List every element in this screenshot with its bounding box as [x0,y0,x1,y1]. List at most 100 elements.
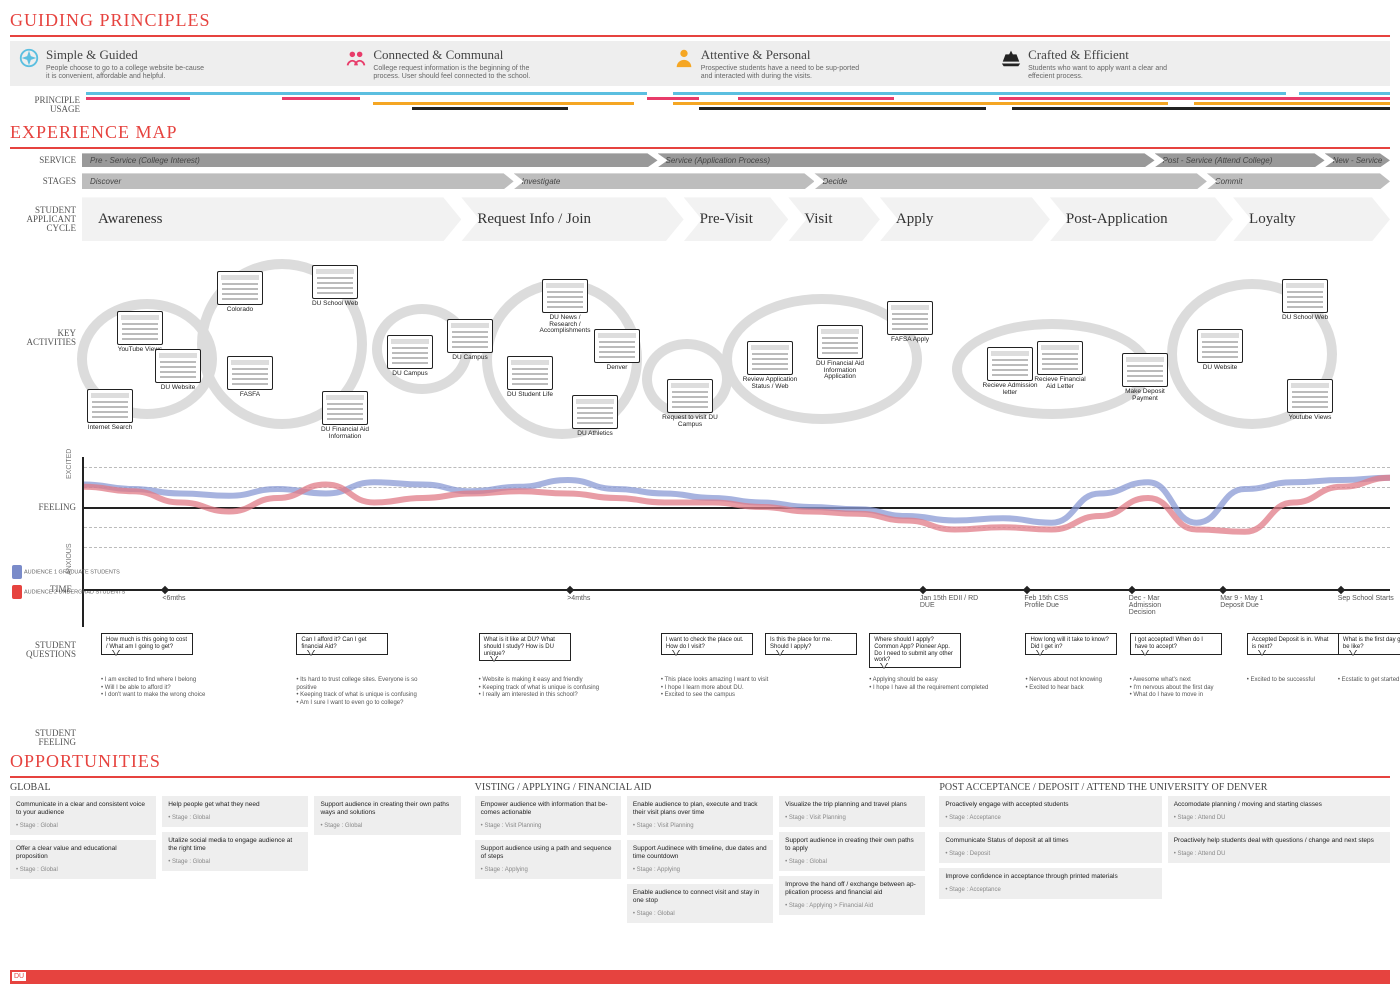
row-label-cycle: STUDENT APPLICANT CYCLE [10,206,82,233]
phase: Request Info / Join [461,197,683,241]
row-label-service: SERVICE [10,156,82,165]
activity-node: Denver [589,329,645,372]
web-page-icon [747,341,793,375]
timeline-tick [1023,586,1031,594]
question-bubble: Can I afford it? Can I get financial Aid… [296,633,388,654]
timeline-label: Feb 15th CSS Profile Due [1024,595,1084,609]
opp-card: Empower audience with information that b… [475,796,621,835]
question-bubble: How long will it take to know? Did I get… [1025,633,1117,654]
activity-node: DU Campus [382,335,438,378]
web-page-icon [322,391,368,425]
web-page-icon [312,265,358,299]
activity-node: FASFA [222,356,278,399]
question-bubble: What is the first day going to be like? [1338,633,1400,654]
web-page-icon [1287,379,1333,413]
opp-group-title: POST ACCEPTANCE / DEPOSIT / ATTEND THE U… [939,782,1390,793]
phase: New - Service [1325,153,1390,167]
footer-bar: DU [10,970,1390,984]
web-page-icon [447,319,493,353]
web-page-icon [542,279,588,313]
activity-label: DU Website [150,385,206,392]
activity-node: DU News / Research / Accomplishments [537,279,593,335]
key-activities-area: YouTube Views Internet Search DU Website… [82,249,1390,449]
activity-label: DU School Web [1277,315,1333,322]
activity-label: Youtube Views [1282,415,1338,422]
opp-group-title: VISTING / APPLYING / FINANCIAL AID [475,782,926,793]
student-feeling-text: • I am excited to find where I belong• W… [101,677,231,700]
row-label-time: TIME [6,585,78,594]
web-page-icon [1197,329,1243,363]
opp-card: Support audience in creating their own p… [314,796,460,835]
opp-group: GLOBAL Communicate in a clear and consis… [10,782,461,922]
student-feeling-text: • Its hard to trust college sites. Every… [296,677,426,707]
phase: Apply [880,197,1050,241]
web-page-icon [987,347,1033,381]
phase: Loyalty [1233,197,1390,241]
activity-label: Internet Search [82,425,138,432]
opp-card: Proactively engage with accepted student… [939,796,1161,827]
web-page-icon [667,379,713,413]
phase: Post-Application [1050,197,1233,241]
cycle-strip: AwarenessRequest Info / JoinPre-VisitVis… [82,197,1390,241]
activity-node: Make Deposit Payment [1117,353,1173,402]
student-feeling-text: • Applying should be easy• I hope I have… [869,677,999,692]
activity-node: DU Website [150,349,206,392]
timeline-tick [919,586,927,594]
principle-title: Connected & Communal [373,47,533,63]
web-page-icon [227,356,273,390]
timeline-tick [566,586,574,594]
activity-label: Make Deposit Payment [1117,389,1173,402]
ship-icon [1000,47,1022,69]
opp-card: Support Audinece with timeline, due date… [627,840,773,879]
activity-label: FASFA [222,392,278,399]
student-feeling-text: • This place looks amazing I want to vis… [661,677,791,700]
timeline-label: Dec - Mar Admission Decision [1129,595,1189,616]
web-page-icon [594,329,640,363]
activity-node: DU Student Life [502,356,558,399]
opp-group: VISTING / APPLYING / FINANCIAL AID Empow… [475,782,926,922]
opp-card: Proactively help students deal with ques… [1168,832,1390,863]
divider [10,35,1390,37]
activity-label: Review Application Status / Web [742,377,798,390]
phase: Awareness [82,197,461,241]
activity-label: DU Website [1192,365,1248,372]
opp-card: Communicate Status of deposit at all tim… [939,832,1161,863]
principle-title: Simple & Guided [46,47,206,63]
opp-group: POST ACCEPTANCE / DEPOSIT / ATTEND THE U… [939,782,1390,922]
opp-card: Improve the hand off / exchange between … [779,876,925,915]
activity-label: DU News / Research / Accomplishments [537,315,593,335]
activity-node: Review Application Status / Web [742,341,798,390]
activity-label: FAFSA Apply [882,337,938,344]
opp-card: Support audience using a path and sequen… [475,840,621,879]
web-page-icon [1122,353,1168,387]
phase: Visit [788,197,880,241]
activity-label: Colorado [212,307,268,314]
principle: Simple & Guided People choose to go to a… [18,47,345,80]
timeline-label: <6mths [162,595,222,602]
row-label-stages: STAGES [10,177,82,186]
compass-icon [18,47,40,69]
opp-card: Communicate in a clear and consistent vo… [10,796,156,835]
activity-node: DU Financial Aid Information [317,391,373,440]
student-feeling-text: • Ecstatic to get started [1338,677,1400,685]
activity-node: Request to visit DU Campus [662,379,718,428]
activity-node: Recieve Admission letter [982,347,1038,396]
timeline-label: Mar 9 - May 1 Deposit Due [1220,595,1280,609]
question-bubble: What is it like at DU? What should I stu… [479,633,571,661]
divider [10,776,1390,778]
web-page-icon [117,311,163,345]
experience-title: EXPERIENCE MAP [10,122,1390,143]
web-page-icon [572,395,618,429]
activity-node: Recieve Financial Aid Letter [1032,341,1088,390]
activity-node: DU Website [1192,329,1248,372]
divider [10,147,1390,149]
activity-label: DU Campus [382,371,438,378]
web-page-icon [1282,279,1328,313]
web-page-icon [155,349,201,383]
web-page-icon [217,271,263,305]
activity-node: FAFSA Apply [882,301,938,344]
timeline-tick [1128,586,1136,594]
principle-text: Students who want to apply want a clear … [1028,65,1188,80]
people-icon [345,47,367,69]
audience-1: AUDIENCE 1 GRADUATE STUDENTS [24,570,120,576]
